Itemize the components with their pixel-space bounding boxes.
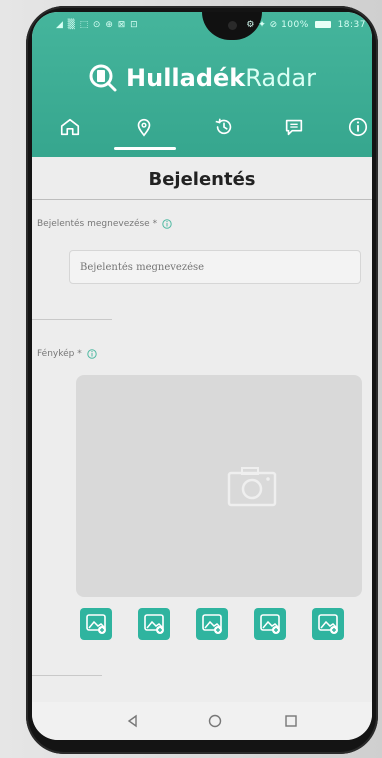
image-add-icon	[260, 614, 280, 634]
image-add-icon	[318, 614, 338, 634]
add-photo-button[interactable]	[254, 608, 286, 640]
field-separator	[32, 319, 112, 320]
status-time: 18:37	[337, 20, 366, 30]
nav-history[interactable]	[204, 107, 244, 147]
nav-info[interactable]	[338, 107, 372, 147]
top-nav	[32, 107, 372, 150]
brand-light: Radar	[245, 64, 316, 92]
photo-preview[interactable]	[76, 375, 362, 597]
add-photo-button[interactable]	[138, 608, 170, 640]
image-add-icon	[86, 614, 106, 634]
camera-icon	[227, 467, 277, 507]
name-field-label: Bejelentés megnevezése *	[37, 219, 172, 229]
status-indicators: ⚙ ✦ ⊘ 100%	[246, 20, 309, 30]
nav-home[interactable]	[50, 107, 90, 147]
battery-icon	[315, 21, 332, 28]
image-add-icon	[202, 614, 222, 634]
name-label-text: Bejelentés megnevezése *	[37, 219, 158, 229]
page-title: Bejelentés	[148, 169, 256, 190]
brand-row: HulladékRadar	[32, 56, 372, 100]
brand-name: HulladékRadar	[126, 64, 316, 92]
home-button[interactable]	[202, 708, 228, 734]
status-right: ⚙ ✦ ⊘ 100% 18:37	[246, 20, 366, 30]
add-photo-button[interactable]	[196, 608, 228, 640]
active-tab-indicator	[114, 147, 176, 150]
image-add-icon	[144, 614, 164, 634]
photo-thumbnail-row	[80, 608, 372, 646]
photo-field-label: Fénykép *	[37, 349, 97, 359]
back-button[interactable]	[120, 708, 146, 734]
nav-map[interactable]	[124, 107, 164, 147]
name-input[interactable]	[69, 250, 361, 284]
app-header: ◢ ▒ ⬚ ⊙ ⊕ ⊠ ⊡ ⚙ ✦ ⊘ 100% 18:37 HulladékR…	[32, 12, 372, 157]
circle-home-icon	[208, 714, 222, 728]
info-icon	[348, 117, 368, 137]
back-icon	[127, 714, 137, 728]
recents-button[interactable]	[278, 708, 304, 734]
brand-bold: Hulladék	[126, 64, 246, 92]
square-recents-icon	[285, 715, 297, 727]
phone-screen: ◢ ▒ ⬚ ⊙ ⊕ ⊠ ⊡ ⚙ ✦ ⊘ 100% 18:37 HulladékR…	[32, 12, 372, 740]
field-separator	[32, 675, 102, 676]
map-pin-icon	[137, 118, 151, 137]
message-icon	[285, 119, 303, 136]
title-divider	[32, 199, 372, 200]
system-nav-bar	[32, 702, 372, 740]
history-icon	[215, 118, 232, 135]
home-icon	[60, 118, 80, 136]
nav-messages[interactable]	[274, 107, 314, 147]
photo-label-text: Fénykép *	[37, 349, 82, 359]
status-left: ◢ ▒ ⬚ ⊙ ⊕ ⊠ ⊡	[56, 20, 139, 30]
add-photo-button[interactable]	[80, 608, 112, 640]
front-camera	[228, 21, 237, 30]
info-icon[interactable]	[87, 349, 97, 359]
add-photo-button[interactable]	[312, 608, 344, 640]
info-icon[interactable]	[162, 219, 172, 229]
main-content: Bejelentés Bejelentés megnevezése * Fény…	[32, 157, 372, 697]
trash-search-icon	[89, 64, 117, 92]
